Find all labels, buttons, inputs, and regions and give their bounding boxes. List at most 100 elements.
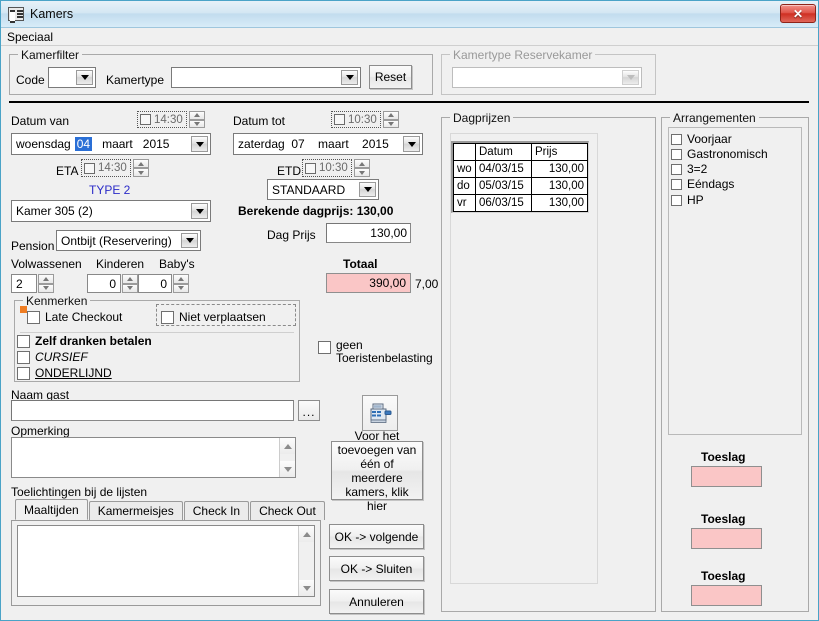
etd-time-body[interactable]: 10:30: [302, 159, 352, 177]
reset-button[interactable]: Reset: [369, 65, 412, 89]
spinner-down-icon[interactable]: [353, 168, 370, 177]
checkbox-box[interactable]: [671, 178, 682, 190]
pension-select[interactable]: Ontbijt (Reservering): [56, 230, 201, 251]
checkbox-box[interactable]: [17, 334, 30, 348]
checkbox-zelf-dranken-betalen[interactable]: Zelf dranken betalen: [17, 334, 152, 348]
chevron-down-icon[interactable]: [403, 136, 420, 152]
checkbox-eendags[interactable]: Eéndags: [671, 177, 734, 191]
close-icon[interactable]: ✕: [780, 4, 816, 23]
scroll-up-icon[interactable]: [280, 438, 295, 454]
spinner-up-icon[interactable]: [382, 111, 399, 120]
checkbox-onderlijnd[interactable]: ONDERLIJND: [17, 366, 112, 380]
etd-checkbox[interactable]: [305, 162, 316, 174]
spinner-up-icon[interactable]: [38, 274, 54, 284]
datum-van-daynum[interactable]: 04: [74, 137, 93, 151]
toelichtingen-scrollbar[interactable]: [298, 526, 314, 596]
spinner-down-icon[interactable]: [173, 283, 189, 293]
datum-van-time-body[interactable]: 14:30: [137, 111, 187, 128]
chevron-down-icon[interactable]: [181, 233, 198, 248]
tab-maaltijden[interactable]: Maaltijden: [15, 499, 88, 520]
kinderen-stepper[interactable]: 0: [87, 274, 138, 293]
eta-checkbox[interactable]: [84, 162, 95, 174]
datum-van-time-spinner[interactable]: 14:30: [137, 111, 205, 128]
opmerking-textarea[interactable]: [11, 437, 296, 478]
toeslag-field-3[interactable]: [691, 585, 762, 606]
datum-tot-time-body[interactable]: 10:30: [331, 111, 381, 128]
chevron-down-icon[interactable]: [76, 70, 93, 85]
checkbox-box[interactable]: [161, 310, 174, 324]
datum-tot-select[interactable]: zaterdag 07 maart 2015: [233, 133, 423, 155]
ok-sluiten-button[interactable]: OK -> Sluiten: [329, 556, 424, 581]
tab-check-out[interactable]: Check Out: [250, 501, 325, 520]
volwassenen-value[interactable]: 2: [11, 274, 37, 293]
spinner-up-icon[interactable]: [132, 159, 149, 168]
spinner-up-icon[interactable]: [353, 159, 370, 168]
opmerking-scrollbar[interactable]: [279, 438, 295, 477]
eta-time-spinner[interactable]: 14:30: [81, 159, 149, 177]
spinner-down-icon[interactable]: [38, 283, 54, 293]
babys-value[interactable]: 0: [138, 274, 172, 293]
datum-van-time-stepper[interactable]: [188, 111, 205, 128]
annuleren-button[interactable]: Annuleren: [329, 589, 424, 614]
spinner-down-icon[interactable]: [188, 119, 205, 128]
checkbox-niet-verplaatsen[interactable]: Niet verplaatsen: [161, 310, 266, 324]
datum-tot-time-checkbox[interactable]: [334, 114, 345, 125]
spinner-down-icon[interactable]: [132, 168, 149, 177]
datum-van-time-checkbox[interactable]: [140, 114, 151, 125]
checkbox-box[interactable]: [318, 341, 331, 354]
checkbox-cursief[interactable]: CURSIEF: [17, 350, 88, 364]
babys-stepper[interactable]: 0: [138, 274, 189, 293]
kamertype-select[interactable]: [171, 67, 361, 88]
checkbox-box[interactable]: [671, 163, 682, 175]
scroll-up-icon[interactable]: [299, 526, 314, 542]
eta-time-stepper[interactable]: [132, 159, 149, 177]
checkbox-box[interactable]: [671, 194, 682, 206]
standaard-select[interactable]: STANDAARD: [267, 179, 379, 200]
checkbox-geen-toeristenbelasting[interactable]: geen Toeristenbelasting: [318, 339, 433, 365]
tab-check-in[interactable]: Check In: [183, 501, 250, 520]
ok-volgende-button[interactable]: OK -> volgende: [329, 524, 424, 549]
scroll-down-icon[interactable]: [280, 461, 295, 477]
checkbox-gastronomisch[interactable]: Gastronomisch: [671, 147, 768, 161]
cash-register-icon[interactable]: [362, 395, 398, 431]
etd-time-stepper[interactable]: [353, 159, 370, 177]
volwassenen-spinner[interactable]: [38, 274, 54, 293]
checkbox-box[interactable]: [671, 148, 682, 160]
dagprijzen-table[interactable]: Datum Prijs wo 04/03/15 130,00 do 05/03/…: [451, 141, 589, 213]
kinderen-value[interactable]: 0: [87, 274, 121, 293]
spinner-down-icon[interactable]: [122, 283, 138, 293]
kamer-select[interactable]: Kamer 305 (2): [11, 200, 211, 222]
checkbox-box[interactable]: [17, 350, 30, 364]
volwassenen-stepper[interactable]: 2: [11, 274, 54, 293]
kinderen-spinner[interactable]: [122, 274, 138, 293]
datum-van-select[interactable]: woensdag 04 maart 2015: [11, 133, 211, 155]
naam-gast-browse-button[interactable]: ...: [298, 400, 320, 421]
tab-kamermeisjes[interactable]: Kamermeisjes: [88, 501, 183, 520]
dag-prijs-input[interactable]: 130,00: [326, 223, 411, 243]
eta-time-body[interactable]: 14:30: [81, 159, 131, 177]
babys-spinner[interactable]: [173, 274, 189, 293]
scroll-down-icon[interactable]: [299, 580, 314, 596]
naam-gast-input[interactable]: [11, 400, 294, 421]
spinner-up-icon[interactable]: [188, 111, 205, 120]
datum-tot-time-spinner[interactable]: 10:30: [331, 111, 399, 128]
toeslag-field-2[interactable]: [691, 528, 762, 549]
checkbox-box[interactable]: [17, 366, 30, 380]
datum-tot-time-stepper[interactable]: [382, 111, 399, 128]
checkbox-late-checkout[interactable]: Late Checkout: [27, 310, 122, 324]
toeslag-field-1[interactable]: [691, 466, 762, 487]
etd-time-spinner[interactable]: 10:30: [302, 159, 370, 177]
toelichtingen-textarea[interactable]: [17, 525, 315, 597]
chevron-down-icon[interactable]: [341, 70, 358, 85]
checkbox-voorjaar[interactable]: Voorjaar: [671, 132, 732, 146]
spinner-up-icon[interactable]: [122, 274, 138, 284]
chevron-down-icon[interactable]: [359, 182, 376, 197]
checkbox-hp[interactable]: HP: [671, 193, 704, 207]
menu-item-speciaal[interactable]: Speciaal: [1, 30, 59, 44]
checkbox-box[interactable]: [27, 310, 40, 324]
spinner-down-icon[interactable]: [382, 119, 399, 128]
chevron-down-icon[interactable]: [191, 136, 208, 152]
add-rooms-button[interactable]: Voor het toevoegen van één of meerdere k…: [331, 429, 423, 513]
checkbox-3-is-2[interactable]: 3=2: [671, 162, 707, 176]
code-select[interactable]: [48, 67, 96, 88]
